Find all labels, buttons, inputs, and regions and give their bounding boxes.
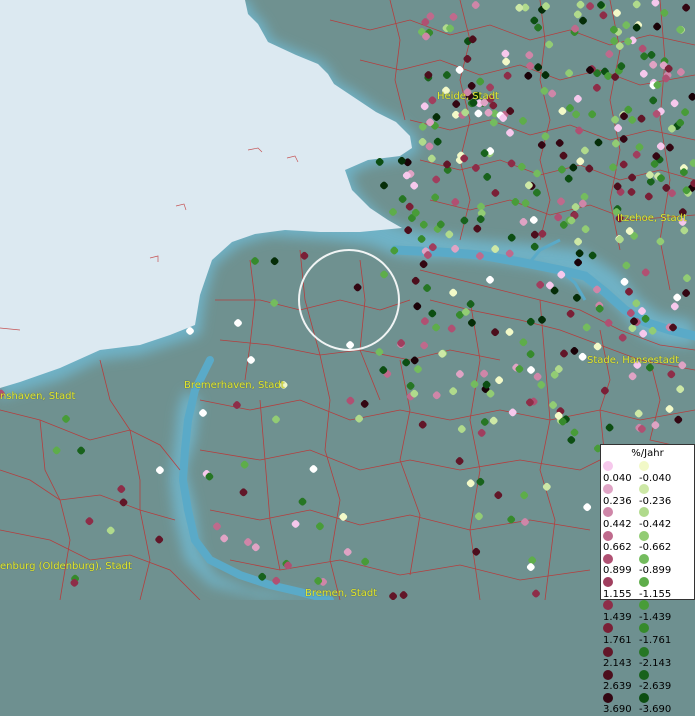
legend-negative-cell: -1.761 xyxy=(639,623,675,646)
legend-swatch xyxy=(639,669,649,680)
legend-positive-value: 1.439 xyxy=(603,611,632,623)
legend-table: 0.040 -0.040 0.236 -0.236 0.442 -0.442 0.662 -0… xyxy=(603,461,675,716)
legend-negative-value: -0.040 xyxy=(639,472,672,484)
legend-positive-cell: 0.662 xyxy=(603,530,639,554)
legend-row: 0.040 -0.040 xyxy=(603,461,675,484)
legend-swatch xyxy=(639,553,649,564)
legend-positive-value: 0.442 xyxy=(603,518,632,530)
city-label-oldenburg: enburg (Oldenburg), Stadt xyxy=(0,561,132,572)
legend-positive-cell: 2.143 xyxy=(603,646,639,670)
legend-positive-value: 2.143 xyxy=(603,658,632,670)
legend-positive-cell: 1.155 xyxy=(603,576,639,600)
legend-row: 3.690 -3.690 xyxy=(603,692,675,716)
legend-positive-cell: 0.899 xyxy=(603,553,639,577)
legend-positive-value: 1.761 xyxy=(603,634,632,646)
legend-swatch xyxy=(639,484,649,495)
legend-positive-value: 2.639 xyxy=(603,681,632,693)
legend-swatch xyxy=(603,576,613,587)
legend-row: 1.439 -1.439 xyxy=(603,600,675,623)
legend-negative-cell: -3.690 xyxy=(639,692,675,716)
legend-negative-value: -1.761 xyxy=(639,634,672,646)
legend-swatch xyxy=(603,507,613,518)
legend-swatch xyxy=(603,530,613,541)
map-canvas[interactable] xyxy=(0,0,695,600)
legend-negative-value: -0.442 xyxy=(639,518,672,530)
legend-swatch xyxy=(603,669,613,680)
legend-row: 0.662 -0.662 xyxy=(603,530,675,554)
legend-swatch xyxy=(639,692,649,703)
legend-negative-value: -2.143 xyxy=(639,658,672,670)
city-label-wilhelmshaven: nshaven, Stadt xyxy=(0,391,76,402)
legend-negative-cell: -0.040 xyxy=(639,461,675,484)
legend-positive-value: 0.040 xyxy=(603,472,632,484)
legend-swatch xyxy=(603,461,613,471)
legend-row: 2.639 -2.639 xyxy=(603,669,675,693)
legend-positive-cell: 2.639 xyxy=(603,669,639,693)
city-label-stade: Stade, Hansestadt xyxy=(587,355,680,366)
legend-swatch xyxy=(639,623,649,634)
city-label-itzehoe: Itzehoe, Stadt xyxy=(617,213,687,224)
legend-negative-cell: -1.439 xyxy=(639,600,675,623)
legend-negative-cell: -0.899 xyxy=(639,553,675,577)
legend-negative-value: -3.690 xyxy=(639,704,672,716)
legend-negative-value: -2.639 xyxy=(639,681,672,693)
legend-row: 2.143 -2.143 xyxy=(603,646,675,670)
legend-positive-cell: 0.236 xyxy=(603,484,639,507)
legend-swatch xyxy=(639,530,649,541)
legend-swatch xyxy=(603,646,613,657)
legend-positive-cell: 0.040 xyxy=(603,461,639,484)
legend-negative-cell: -0.662 xyxy=(639,530,675,554)
legend-positive-cell: 3.690 xyxy=(603,692,639,716)
legend-row: 0.899 -0.899 xyxy=(603,553,675,577)
legend-negative-cell: -1.155 xyxy=(639,576,675,600)
legend-positive-cell: 1.761 xyxy=(603,623,639,646)
legend-negative-value: -1.439 xyxy=(639,611,672,623)
legend-negative-cell: -2.143 xyxy=(639,646,675,670)
city-label-bremerhaven: Bremerhaven, Stadt xyxy=(184,380,285,391)
legend-swatch xyxy=(603,484,613,495)
legend-positive-value: 0.236 xyxy=(603,495,632,507)
legend-swatch xyxy=(603,600,613,611)
legend-swatch xyxy=(639,461,649,471)
legend-negative-value: -1.155 xyxy=(639,588,672,600)
legend-swatch xyxy=(603,623,613,634)
legend-swatch xyxy=(639,600,649,611)
city-label-heide: Heide, Stadt xyxy=(437,91,499,102)
legend-row: 1.761 -1.761 xyxy=(603,623,675,646)
legend: %/Jahr 0.040 -0.040 0.236 -0.236 0.442 -0.442… xyxy=(600,444,695,715)
city-label-bremen: Bremen, Stadt xyxy=(305,588,378,599)
legend-negative-value: -0.662 xyxy=(639,542,672,554)
legend-positive-value: 3.690 xyxy=(603,704,632,716)
legend-row: 1.155 -1.155 xyxy=(603,576,675,600)
legend-negative-value: -0.236 xyxy=(639,495,672,507)
legend-positive-cell: 0.442 xyxy=(603,507,639,530)
legend-title: %/Jahr xyxy=(631,448,664,459)
legend-swatch xyxy=(603,692,613,703)
legend-swatch xyxy=(639,507,649,518)
legend-negative-cell: -0.236 xyxy=(639,484,675,507)
legend-positive-value: 0.899 xyxy=(603,565,632,577)
legend-row: 0.236 -0.236 xyxy=(603,484,675,507)
sea-island xyxy=(18,307,62,323)
legend-swatch xyxy=(603,553,613,564)
legend-negative-cell: -0.442 xyxy=(639,507,675,530)
legend-swatch xyxy=(639,576,649,587)
legend-negative-value: -0.899 xyxy=(639,565,672,577)
legend-row: 0.442 -0.442 xyxy=(603,507,675,530)
legend-positive-cell: 1.439 xyxy=(603,600,639,623)
legend-positive-value: 1.155 xyxy=(603,588,632,600)
legend-swatch xyxy=(639,646,649,657)
legend-negative-cell: -2.639 xyxy=(639,669,675,693)
legend-positive-value: 0.662 xyxy=(603,542,632,554)
